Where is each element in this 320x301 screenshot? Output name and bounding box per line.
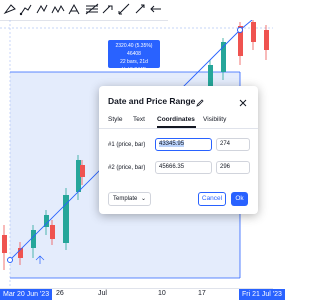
time-axis: Mar 20 Jun '23 26 Jul 10 17 Fri 21 Jul '… xyxy=(0,288,285,301)
fib-retracement-icon[interactable] xyxy=(34,1,50,17)
tab-coordinates[interactable]: Coordinates xyxy=(157,116,195,123)
chevron-down-icon: ⌄ xyxy=(140,196,146,202)
candle xyxy=(2,235,7,253)
point1-label: #1 (price, bar) xyxy=(108,142,146,148)
tab-visibility[interactable]: Visibility xyxy=(203,116,226,123)
axis-label: Jul xyxy=(98,290,107,297)
axis-label-end: Fri 21 Jul '23 xyxy=(239,289,285,300)
tooltip-volume: Vol 5.344B xyxy=(121,67,147,73)
tooltip-bars: 22 bars, 21d xyxy=(120,59,148,65)
dialog-title: Date and Price Range xyxy=(108,96,196,106)
fib-channel-icon[interactable] xyxy=(84,1,100,17)
tab-style[interactable]: Style xyxy=(108,116,122,123)
point2-label: #2 (price, bar) xyxy=(108,165,146,171)
anchor-start xyxy=(7,257,13,263)
candle xyxy=(31,230,36,248)
axis-label: 26 xyxy=(56,290,64,297)
point1-price-input[interactable]: 43345.95 xyxy=(155,138,212,151)
zoom-icon[interactable] xyxy=(132,1,148,17)
tabs-divider xyxy=(99,128,258,129)
point2-bar-input[interactable]: 296 xyxy=(216,161,250,174)
candle xyxy=(50,225,55,239)
tooltip-price-change: 2320.40 (5.35%) 46408 xyxy=(115,43,153,57)
pencil-icon[interactable] xyxy=(195,95,205,107)
cancel-button[interactable]: Cancel xyxy=(198,192,226,206)
point2-price-input[interactable]: 45666.35 xyxy=(155,161,212,174)
anchor-end xyxy=(237,27,243,33)
candle xyxy=(208,65,213,87)
ok-button[interactable]: Ok xyxy=(231,192,248,206)
measure-tooltip: 2320.40 (5.35%) 46408 22 bars, 21d Vol 5… xyxy=(108,40,160,73)
point1-bar-input[interactable]: 274 xyxy=(216,138,250,151)
drawing-toolbar xyxy=(0,0,168,21)
template-dropdown[interactable]: Template ⌄ xyxy=(108,192,151,206)
candle xyxy=(80,165,85,177)
candle xyxy=(251,22,256,42)
axis-label-start: Mar 20 Jun '23 xyxy=(0,289,53,300)
measure-icon[interactable] xyxy=(116,1,132,17)
template-label: Template xyxy=(113,196,138,202)
prediction-icon[interactable] xyxy=(66,1,82,17)
close-icon[interactable] xyxy=(238,95,248,107)
tab-text[interactable]: Text xyxy=(133,116,145,123)
candle xyxy=(264,30,269,50)
cursor-icon[interactable] xyxy=(2,1,18,17)
axis-label: 17 xyxy=(198,290,206,297)
text-icon[interactable] xyxy=(100,1,116,17)
pattern-icon[interactable] xyxy=(50,1,66,17)
back-arrow-icon[interactable] xyxy=(148,1,164,17)
date-price-range-dialog: Date and Price Range Style Text Coordina… xyxy=(99,86,258,214)
trend-line-icon[interactable] xyxy=(18,1,34,17)
axis-label: 10 xyxy=(158,290,166,297)
